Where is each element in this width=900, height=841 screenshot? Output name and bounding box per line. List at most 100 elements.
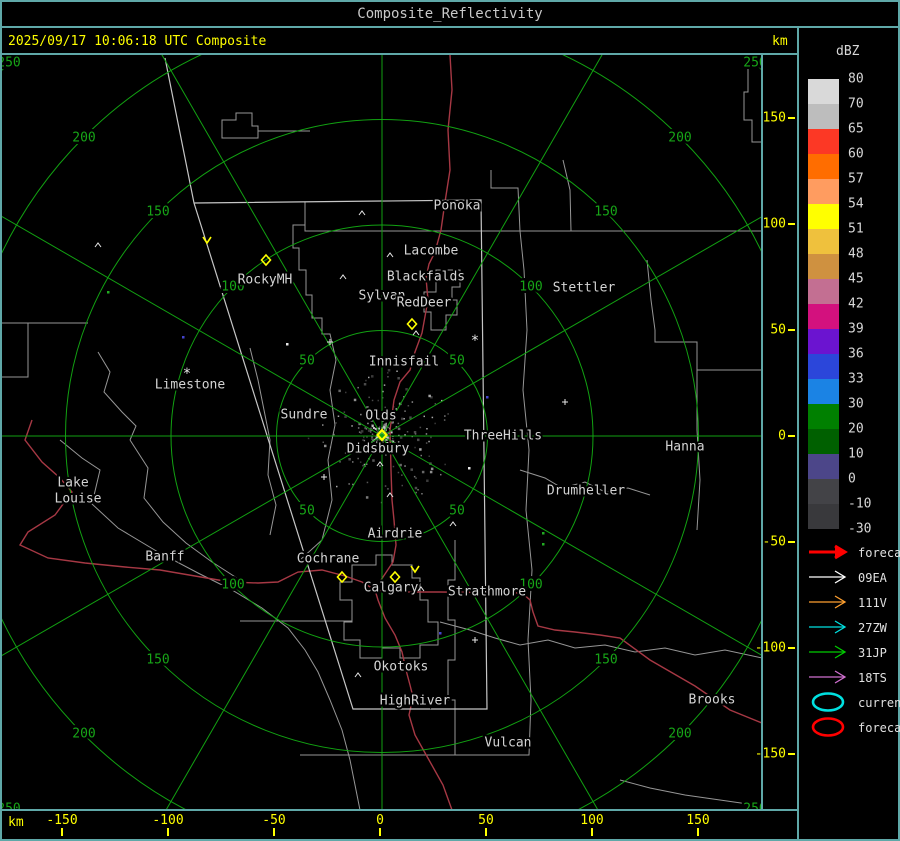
caret-marker-icon [358, 210, 366, 216]
county-boundary [221, 112, 310, 139]
ring-distance-label: 150 [594, 205, 617, 220]
clutter-speckle [360, 432, 362, 434]
clutter-speckle [414, 446, 416, 449]
clutter-speckle [363, 436, 365, 439]
clutter-speckle [392, 437, 394, 440]
city-label-Olds: Olds [365, 409, 396, 424]
clutter-speckle [337, 415, 340, 417]
clutter-speckle [419, 448, 422, 451]
clutter-speckle [378, 425, 381, 428]
county-boundary [2, 322, 88, 378]
city-label-Blackfalds: Blackfalds [387, 270, 465, 285]
clutter-speckle [396, 370, 398, 372]
clutter-speckle [415, 491, 417, 494]
clutter-speckle [429, 470, 433, 474]
clutter-speckle [363, 383, 367, 386]
clutter-speckle [425, 442, 428, 444]
caret-marker-icon [94, 242, 102, 248]
clutter-speckle [383, 426, 386, 429]
clutter-speckle [420, 454, 422, 457]
clutter-speckle [431, 416, 434, 419]
city-label-RockyMH: RockyMH [238, 273, 293, 288]
ring-distance-label: 50 [449, 504, 465, 519]
clutter-speckle [443, 419, 446, 421]
caret-marker-icon [354, 672, 362, 678]
clutter-speckle [413, 475, 416, 478]
clutter-speckle [399, 436, 403, 439]
clutter-speckle [360, 430, 364, 433]
city-label-Stettler: Stettler [553, 281, 616, 296]
county-boundary [646, 259, 761, 531]
county-boundary [447, 540, 456, 755]
county-boundary [304, 202, 761, 232]
clutter-speckle [322, 441, 324, 443]
caret-marker-icon [386, 252, 394, 258]
clutter-speckle [423, 415, 425, 418]
clutter-speckle [417, 489, 419, 491]
clutter-speckle [444, 415, 446, 417]
clutter-speckle [377, 431, 379, 433]
ring-distance-label: 250 [0, 56, 21, 71]
clutter-speckle [430, 467, 434, 471]
clutter-speckle [365, 428, 368, 430]
city-label-Strathmore: Strathmore [448, 585, 526, 600]
clutter-speckle [371, 436, 373, 438]
ring-distance-label: 100 [221, 578, 244, 593]
clutter-speckle [353, 398, 357, 402]
clutter-speckle [379, 465, 381, 467]
clutter-speckle [374, 427, 377, 430]
clutter-speckle [383, 384, 386, 386]
city-label-Airdrie: Airdrie [368, 527, 423, 542]
storm-diamond-icon [406, 317, 418, 331]
clutter-speckle [404, 410, 406, 412]
clutter-speckle [368, 376, 370, 379]
city-label-Banff: Banff [145, 550, 184, 565]
radar-viewer-window: { "window": { "title": "Composite_Reflec… [0, 0, 900, 841]
ring-distance-label: 50 [449, 354, 465, 369]
clutter-speckle [357, 386, 359, 389]
clutter-speckle [411, 401, 414, 403]
clutter-speckle [428, 455, 430, 457]
clutter-speckle [343, 411, 346, 413]
clutter-speckle [368, 396, 370, 399]
clutter-speckle [366, 436, 368, 438]
clutter-speckle [384, 485, 387, 487]
county-boundary [619, 779, 761, 807]
clutter-speckle [434, 422, 436, 425]
clutter-speckle [410, 468, 413, 471]
clutter-speckle [339, 461, 341, 463]
clutter-speckle [413, 431, 417, 434]
clutter-speckle [366, 481, 369, 484]
county-boundary [249, 347, 277, 536]
clutter-speckle [371, 425, 374, 428]
city-label-Louise: Louise [55, 492, 102, 507]
clutter-speckle [336, 485, 338, 488]
azimuth-radial-30 [381, 55, 603, 437]
storm-diamond-icon [336, 570, 348, 584]
clutter-speckle [404, 465, 406, 467]
ring-distance-label: 250 [743, 802, 766, 817]
clutter-speckle [397, 471, 400, 474]
clutter-speckle [419, 426, 422, 429]
clutter-speckle [397, 377, 400, 380]
city-label-Sundre: Sundre [281, 408, 328, 423]
city-label-Drumheller: Drumheller [547, 484, 625, 499]
county-boundary [743, 65, 761, 143]
clutter-speckle [357, 457, 359, 460]
clutter-speckle [440, 473, 442, 476]
clutter-speckle [425, 433, 428, 435]
dot-marker [468, 467, 471, 470]
clutter-speckle [357, 427, 360, 429]
clutter-speckle [401, 417, 404, 421]
caret-marker-icon [412, 330, 420, 336]
city-label-Innisfail: Innisfail [369, 355, 439, 370]
clutter-speckle [417, 438, 420, 442]
city-label-Calgary: Calgary [364, 581, 419, 596]
ring-distance-label: 200 [668, 131, 691, 146]
plus-marker-icon [472, 637, 478, 643]
clutter-speckle [426, 428, 428, 430]
dot-marker-blue [439, 632, 442, 635]
range-ring-250km [2, 55, 761, 809]
clutter-speckle [338, 389, 341, 393]
ring-distance-label: 50 [299, 354, 315, 369]
